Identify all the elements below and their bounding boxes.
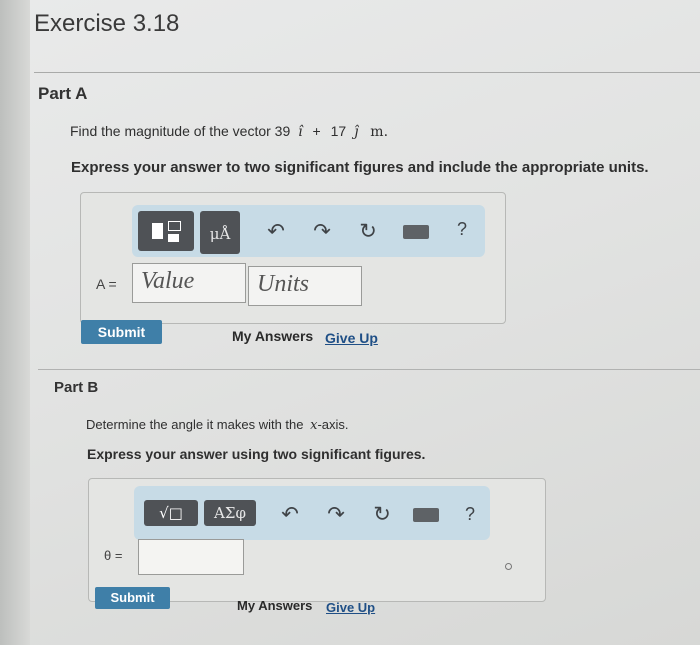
units-button[interactable]: μÅ	[200, 211, 240, 254]
part-a-label: Part A	[38, 84, 88, 103]
part-a-toolbar: μÅ ↶ ↷ ↻ ?	[132, 205, 485, 257]
part-b-question: Determine the angle it makes with the x-…	[86, 417, 349, 433]
template-icon	[151, 220, 181, 242]
greek-button[interactable]: ΑΣφ	[204, 500, 256, 526]
undo-icon: ↶	[281, 502, 299, 526]
undo-button[interactable]: ↶	[276, 500, 304, 528]
help-icon: ?	[456, 218, 467, 239]
help-icon: ?	[464, 503, 475, 524]
reset-button[interactable]: ↻	[354, 217, 382, 245]
unit-m: m.	[370, 124, 389, 140]
part-a-submit-button[interactable]: Submit	[81, 320, 162, 344]
part-b-instruction: Express your answer using two significan…	[87, 446, 426, 462]
exercise-title: Exercise 3.18	[34, 10, 180, 37]
reset-icon: ↻	[359, 219, 377, 243]
part-b-give-up-link[interactable]: Give Up	[326, 600, 375, 615]
reset-icon: ↻	[373, 502, 391, 526]
part-b-toolbar: √□ ΑΣφ ↶ ↷ ↻ ?	[134, 486, 490, 540]
undo-button[interactable]: ↶	[262, 217, 290, 245]
question-prefix: Determine the angle it makes with the	[86, 417, 304, 432]
part-divider	[38, 369, 700, 370]
left-edge	[0, 0, 30, 645]
keyboard-icon	[413, 508, 439, 522]
redo-button[interactable]: ↷	[308, 217, 336, 245]
redo-icon: ↷	[313, 219, 331, 243]
coefficient-two: 17	[330, 123, 347, 139]
units-input[interactable]: Units	[248, 266, 362, 306]
part-a-my-answers-link[interactable]: My Answers	[232, 328, 313, 344]
keyboard-icon	[403, 225, 429, 239]
help-button[interactable]: ?	[450, 215, 474, 243]
part-b-my-answers-link[interactable]: My Answers	[237, 598, 312, 613]
part-b-label: Part B	[54, 379, 99, 396]
keyboard-button[interactable]	[402, 224, 430, 240]
angle-input[interactable]	[138, 539, 244, 575]
title-divider	[34, 72, 700, 73]
part-a-instruction: Express your answer to two significant f…	[71, 159, 649, 176]
redo-icon: ↷	[327, 502, 345, 526]
question-suffix: -axis.	[317, 417, 349, 432]
value-input[interactable]: Value	[132, 263, 246, 303]
keyboard-button[interactable]	[412, 507, 440, 523]
plus-sign: +	[312, 123, 321, 139]
reset-button[interactable]: ↻	[368, 500, 396, 528]
help-button[interactable]: ?	[458, 500, 482, 528]
template-button[interactable]	[138, 211, 194, 251]
j-hat: ĵ	[354, 124, 359, 140]
part-a-question: Find the magnitude of the vector 39 î + …	[70, 123, 388, 140]
i-hat: î	[298, 124, 303, 140]
part-b-submit-button[interactable]: Submit	[95, 587, 170, 609]
a-equals-label: A =	[96, 276, 117, 292]
part-a-give-up-link[interactable]: Give Up	[325, 330, 378, 346]
status-dot	[505, 563, 512, 570]
undo-icon: ↶	[267, 219, 285, 243]
question-prefix: Find the magnitude of the vector 39	[70, 123, 291, 139]
sqrt-template-button[interactable]: √□	[144, 500, 198, 526]
redo-button[interactable]: ↷	[322, 500, 350, 528]
theta-equals-label: θ =	[104, 548, 123, 563]
